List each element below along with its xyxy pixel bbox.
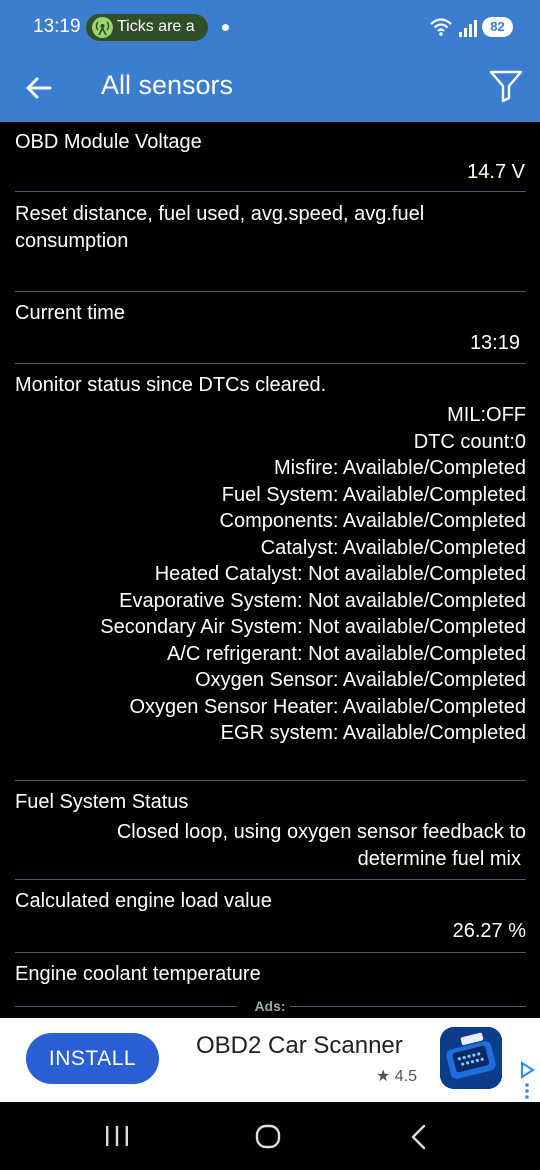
status-line: MIL:OFF	[447, 404, 526, 426]
status-line: Oxygen Sensor Heater: Available/Complete…	[129, 695, 526, 718]
star-icon: ★	[376, 1068, 391, 1085]
sensor-name: OBD Module Voltage	[15, 131, 202, 153]
recents-icon	[106, 1126, 128, 1146]
status-line: Misfire: Available/Completed	[274, 457, 526, 479]
home-icon	[255, 1124, 281, 1149]
status-time: 13:19	[33, 16, 81, 37]
arrow-left-icon	[26, 77, 52, 99]
sensor-row-monitor-status[interactable]: Monitor status since DTCs cleared. MIL:O…	[0, 364, 540, 780]
sensor-row-obd-voltage[interactable]: OBD Module Voltage 14.7 V	[0, 122, 540, 192]
sensor-row-current-time[interactable]: Current time 13:19	[0, 292, 540, 363]
recents-button[interactable]	[104, 1124, 130, 1153]
status-line: Fuel System: Available/Completed	[221, 483, 526, 506]
status-line: EGR system: Available/Completed	[220, 722, 526, 744]
app-bar: All sensors	[0, 56, 540, 122]
notification-text: Ticks are a	[117, 18, 195, 35]
status-line: Evaporative System: Not available/Comple…	[119, 589, 526, 612]
notification-dot-icon	[222, 24, 229, 31]
sensor-name: Monitor status since DTCs cleared.	[15, 374, 327, 396]
status-line: Heated Catalyst: Not available/Completed	[154, 563, 526, 585]
status-line: Components: Available/Completed	[219, 510, 526, 532]
status-line: Oxygen Sensor: Available/Completed	[195, 669, 526, 691]
system-nav-bar	[0, 1102, 540, 1170]
home-button[interactable]	[255, 1124, 281, 1155]
status-line: DTC count:0	[413, 430, 526, 453]
ad-banner[interactable]: INSTALL OBD2 Car Scanner ★ 4.5	[0, 1018, 540, 1102]
sensor-value: 13:19	[469, 332, 520, 354]
status-line: Catalyst: Available/Completed	[260, 536, 526, 559]
system-back-button[interactable]	[408, 1124, 430, 1155]
sensor-row-reset-distance[interactable]: Reset distance, fuel used, avg.speed, av…	[0, 192, 540, 291]
sensor-name: Current time	[15, 302, 126, 324]
sensor-name: Fuel System Status	[15, 791, 189, 813]
wifi-icon	[429, 17, 453, 42]
sensor-value: 14.7 V	[467, 161, 525, 183]
sensor-value: 26.27 %	[452, 920, 526, 942]
monitor-status-lines: MIL:OFF DTC count:0 Misfire: Available/C…	[100, 402, 526, 747]
sensor-value: Closed loop, using oxygen sensor feedbac…	[117, 819, 526, 872]
ad-app-name[interactable]: OBD2 Car Scanner	[196, 1032, 403, 1060]
back-button[interactable]	[22, 70, 58, 106]
sensor-name: Reset distance, fuel used, avg.speed, av…	[15, 203, 425, 252]
filter-button[interactable]	[488, 68, 524, 104]
ad-rating-value: 4.5	[394, 1068, 418, 1085]
sensor-row-engine-load[interactable]: Calculated engine load value 26.27 %	[0, 880, 540, 952]
ads-label: Ads:	[254, 998, 286, 1014]
filter-icon	[489, 70, 523, 103]
page-title: All sensors	[101, 70, 234, 100]
sensor-row-fuel-system-status[interactable]: Fuel System Status Closed loop, using ox…	[0, 781, 540, 879]
status-line: A/C refrigerant: Not available/Completed	[166, 642, 526, 665]
signal-icon	[458, 18, 478, 43]
value-line: determine fuel mix	[357, 847, 521, 870]
broadcast-icon	[92, 17, 113, 38]
status-line: Secondary Air System: Not available/Comp…	[100, 616, 526, 638]
ad-rating: ★ 4.5	[376, 1066, 417, 1086]
sensor-list[interactable]: OBD Module Voltage 14.7 V Reset distance…	[0, 122, 540, 1018]
chevron-left-icon	[411, 1124, 426, 1150]
notification-pill[interactable]: Ticks are a	[86, 14, 208, 41]
ad-choices-icon[interactable]	[519, 1060, 535, 1105]
ad-app-icon[interactable]	[440, 1027, 502, 1089]
sensor-name: Engine coolant temperature	[15, 963, 261, 985]
status-bar: 13:19 Ticks are a 82	[0, 0, 540, 56]
value-line: Closed loop, using oxygen sensor feedbac…	[116, 821, 526, 843]
install-button[interactable]: INSTALL	[26, 1033, 159, 1084]
sensor-name: Calculated engine load value	[15, 890, 272, 912]
battery-icon: 82	[482, 17, 513, 37]
